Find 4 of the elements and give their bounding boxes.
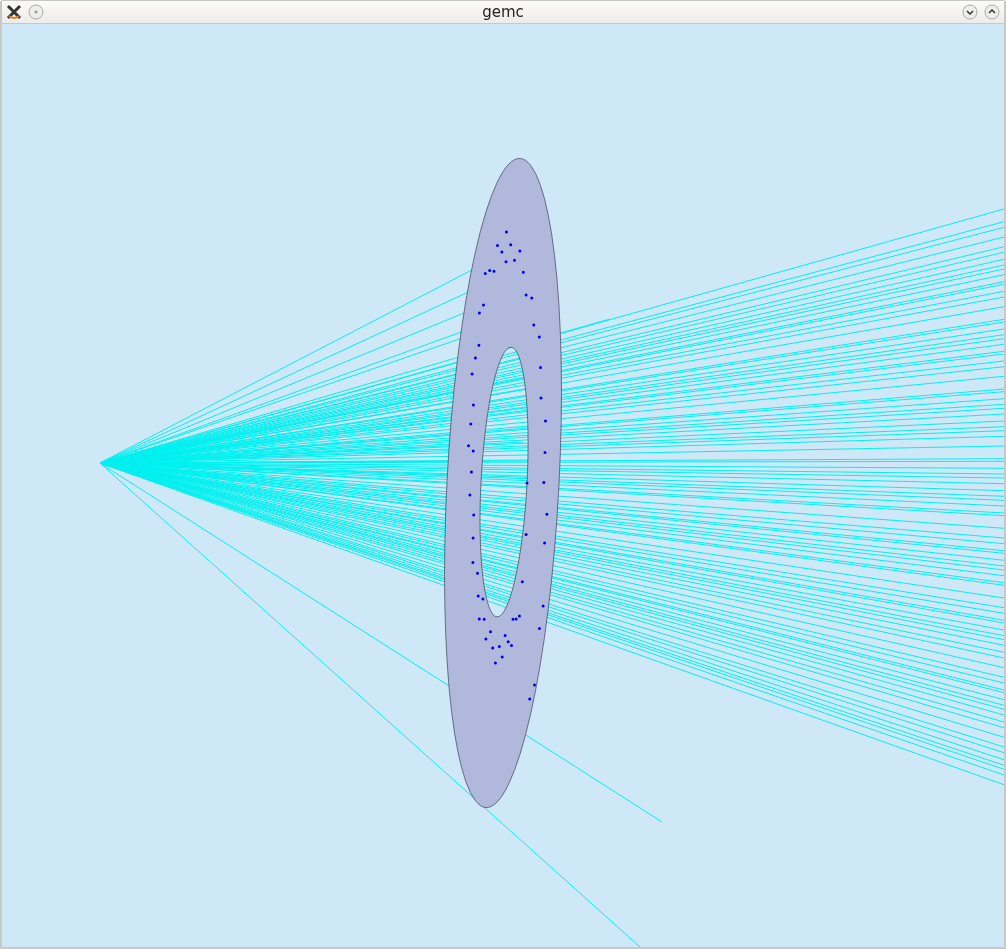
window-title: gemc (481, 3, 525, 21)
maximize-button-icon[interactable] (984, 4, 1000, 20)
minimize-button-icon[interactable] (962, 4, 978, 20)
app-logo-icon[interactable] (6, 4, 22, 20)
